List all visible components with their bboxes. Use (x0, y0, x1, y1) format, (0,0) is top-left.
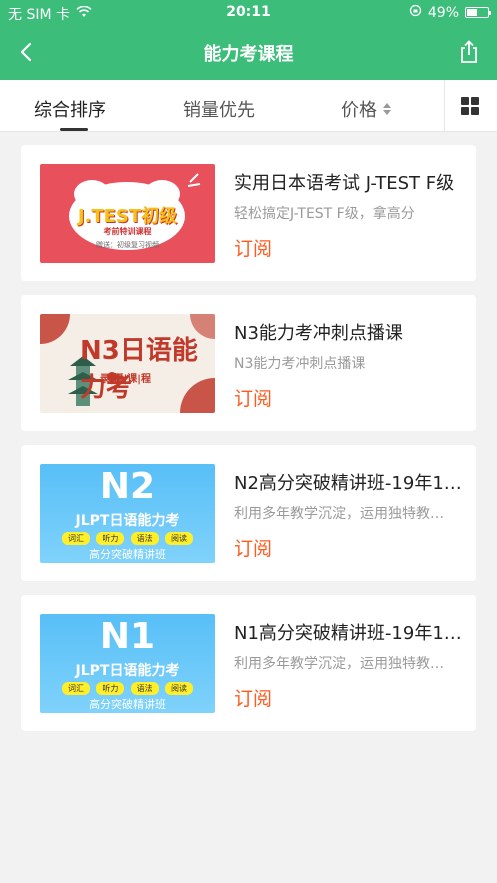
course-title: N3能力考冲刺点播课 (234, 323, 403, 344)
subscribe-button[interactable]: 订阅 (234, 234, 272, 261)
tab-divider (444, 80, 445, 132)
thumb-pill: 阅读 (164, 532, 193, 545)
sort-tabs: 综合排序 销量优先 价格 (0, 80, 497, 132)
thumb-subtitle: 录|播|课|程 (100, 374, 151, 385)
course-card-n2[interactable]: N2 JLPT日语能力考 词汇 听力 语法 阅读 高分突破精讲班 N2高分突破精… (21, 445, 476, 581)
thumb-pill: 阅读 (164, 682, 193, 695)
course-description: N3能力考冲刺点播课 (234, 356, 366, 372)
grid-view-icon[interactable] (461, 97, 479, 115)
course-card-n3[interactable]: N3日语能力考 录|播|课|程 N3能力考冲刺点播课 N3能力考冲刺点播课 订阅 (21, 295, 476, 431)
thumb-pill: 语法 (130, 532, 159, 545)
page-title: 能力考课程 (203, 44, 294, 65)
course-title: N2高分突破精讲班-19年12月 (234, 473, 462, 494)
share-icon[interactable] (455, 38, 483, 66)
thumb-pill: 听力 (96, 532, 125, 545)
course-thumbnail: J.TEST初级 考前特训课程 赠送：初级复习视频 (40, 164, 215, 263)
subscribe-button[interactable]: 订阅 (234, 534, 272, 561)
course-card-jtest[interactable]: J.TEST初级 考前特训课程 赠送：初级复习视频 实用日本语考试 J-TEST… (21, 145, 476, 281)
thumb-pill: 词汇 (62, 532, 90, 545)
thumb-subtitle: JLPT日语能力考 (75, 513, 180, 529)
nav-bar: 能力考课程 (0, 26, 497, 80)
thumb-subtitle: JLPT日语能力考 (75, 663, 180, 679)
sort-arrows-icon (383, 103, 391, 115)
status-bar: 无 SIM 卡 20:11 49% (0, 0, 497, 26)
thumb-headline: J.TEST初级 (77, 206, 178, 227)
thumb-bottom: 高分突破精讲班 (89, 548, 166, 561)
course-description: 利用多年教学沉淀，运用独特教学方法 (234, 506, 454, 522)
course-description: 利用多年教学沉淀，运用独特教学方法 (234, 656, 454, 672)
thumb-pill: 语法 (130, 682, 159, 695)
course-description: 轻松搞定J-TEST F级，拿高分 (234, 206, 415, 222)
battery-percent: 49% (427, 4, 459, 21)
tab-price[interactable]: 价格 (341, 96, 391, 122)
thumb-pills: 词汇 听力 语法 阅读 (62, 682, 193, 695)
course-title: N1高分突破精讲班-19年12月 (234, 623, 462, 644)
battery-fill (467, 9, 477, 16)
thumb-note: 赠送：初级复习视频 (96, 241, 159, 249)
thumb-pill: 听力 (96, 682, 125, 695)
course-thumbnail: N2 JLPT日语能力考 词汇 听力 语法 阅读 高分突破精讲班 (40, 464, 215, 563)
tab-comprehensive[interactable]: 综合排序 (34, 96, 106, 122)
thumb-subtitle: 考前特训课程 (103, 227, 152, 236)
thumb-pills: 词汇 听力 语法 阅读 (62, 532, 193, 545)
battery-icon (465, 7, 491, 18)
tab-price-label: 价格 (341, 100, 377, 121)
thumb-headline: N3日语能力考 (80, 336, 198, 403)
course-card-n1[interactable]: N1 JLPT日语能力考 词汇 听力 语法 阅读 高分突破精讲班 N1高分突破精… (21, 595, 476, 731)
subscribe-button[interactable]: 订阅 (234, 384, 272, 411)
tab-active-indicator (60, 128, 88, 131)
subscribe-button[interactable]: 订阅 (234, 684, 272, 711)
orientation-lock-icon (409, 4, 422, 21)
thumb-bottom: 高分突破精讲班 (89, 698, 166, 711)
thumb-pill: 词汇 (62, 682, 90, 695)
thumb-headline: N1 (99, 616, 156, 657)
course-thumbnail: N3日语能力考 录|播|课|程 (40, 314, 215, 413)
course-title: 实用日本语考试 J-TEST F级 (234, 173, 455, 194)
thumb-headline: N2 (99, 466, 156, 507)
tab-sales[interactable]: 销量优先 (183, 96, 255, 122)
course-thumbnail: N1 JLPT日语能力考 词汇 听力 语法 阅读 高分突破精讲班 (40, 614, 215, 713)
